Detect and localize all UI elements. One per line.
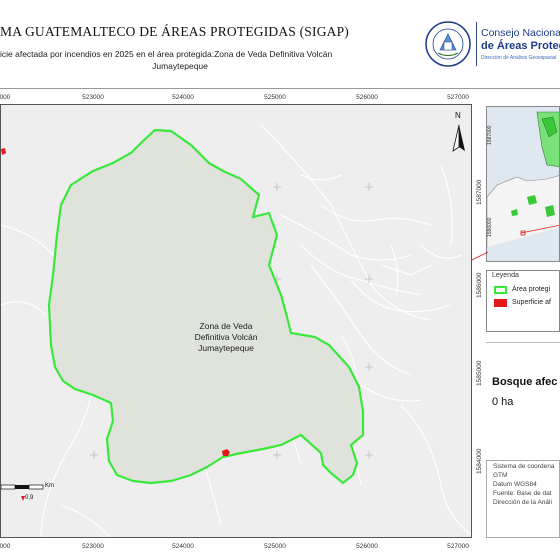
logo-divider: [476, 22, 477, 66]
x-tick-label-top: 524000: [172, 94, 194, 101]
x-tick-label-top: 525000: [264, 94, 286, 101]
map-title: MA GUATEMALTECO DE ÁREAS PROTEGIDAS (SIG…: [0, 24, 349, 39]
area-label-line: Definitiva Volcán: [194, 332, 258, 342]
x-tick-label-bottom: 523000: [82, 543, 104, 550]
x-tick-label-bottom: 526000: [356, 543, 378, 550]
legend-label: Superficie af: [512, 299, 551, 306]
inset-tick-label: 1587000: [487, 125, 493, 145]
x-tick-label-bottom: 524000: [172, 543, 194, 550]
y-tick-label: 1587000: [476, 179, 483, 205]
north-label: N: [455, 111, 461, 120]
legend-swatch-fire: [494, 299, 507, 307]
scale-value: 0,9: [25, 495, 34, 501]
locator-map-canvas: [487, 107, 559, 261]
area-label-line: Jumaytepeque: [198, 343, 254, 353]
area-label: Zona de Veda Definitiva Volcán Jumaytepe…: [161, 321, 291, 354]
conap-logo-line3: Dirección de Análisis Geoespacial: [481, 55, 557, 61]
area-label-line: Zona de Veda: [199, 321, 253, 331]
guatemala-seal-logo: [425, 21, 471, 67]
locator-inset-map[interactable]: 1587000 1586000: [486, 106, 560, 262]
metadata-line: Fuente: Base de dat: [493, 490, 552, 497]
x-tick-label-top: 523000: [82, 94, 104, 101]
x-tick-label-bottom: 527000: [447, 543, 469, 550]
conap-logo-line2: de Áreas Protegi: [481, 40, 560, 52]
main-map[interactable]: Zona de Veda Definitiva Volcán Jumaytepe…: [0, 104, 472, 538]
map-subtitle-line1: icie afectada por incendios en 2025 en e…: [0, 49, 333, 59]
x-tick-label-bottom: 525000: [264, 543, 286, 550]
y-tick-label: 1584000: [476, 448, 483, 474]
legend-swatch-protected-area: [494, 286, 507, 294]
inset-pointer-line: [472, 251, 488, 261]
x-tick-label-top: 527000: [447, 94, 469, 101]
legend-label: Área protegi: [512, 286, 551, 293]
metadata-line: Sistema de coordena: [493, 463, 555, 470]
scale-unit: Km: [45, 483, 54, 489]
metadata-line: Datum WGS84: [493, 481, 537, 488]
x-tick-label-bottom: 000: [0, 543, 11, 550]
metadata-panel: Sistema de coordena GTM Datum WGS84 Fuen…: [486, 460, 560, 538]
scale-bar: [1, 484, 44, 490]
x-tick-label-top: 000: [0, 94, 11, 101]
metadata-line: GTM: [493, 472, 508, 479]
inset-tick-label: 1586000: [487, 217, 493, 237]
y-tick-label: 1586000: [476, 272, 483, 298]
stats-title: Bosque afec: [492, 376, 558, 388]
y-tick-label: 1585000: [476, 360, 483, 386]
stats-value: 0 ha: [492, 396, 514, 408]
conap-logo-line1: Consejo Nacional: [481, 27, 560, 39]
legend-title: Leyenda: [492, 272, 519, 279]
metadata-line: Dirección de la Análi: [493, 499, 552, 506]
x-tick-label-top: 526000: [356, 94, 378, 101]
map-subtitle-line2: Jumaytepeque: [152, 61, 208, 71]
